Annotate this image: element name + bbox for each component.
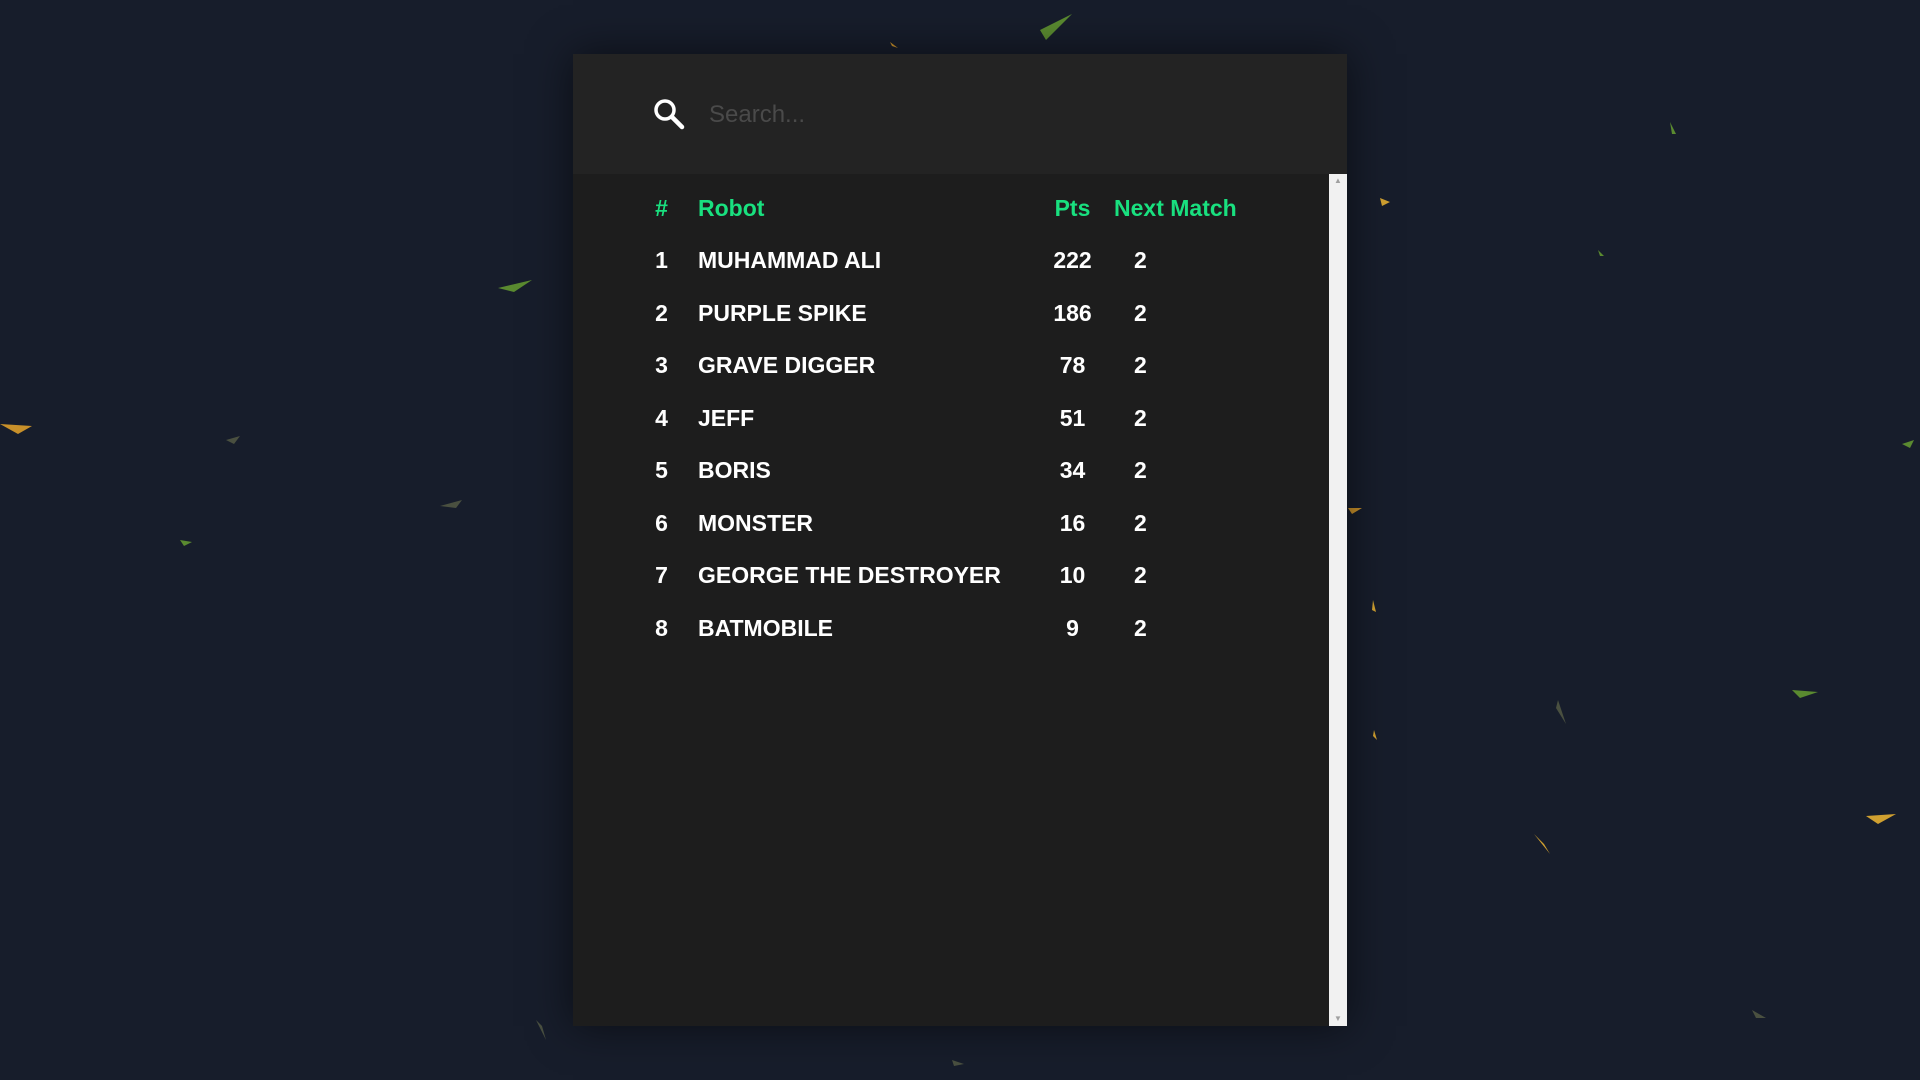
confetti-shard	[1534, 834, 1550, 854]
table-row: 1 MUHAMMAD ALI 222 2	[633, 235, 1294, 288]
confetti-shard	[1902, 440, 1914, 448]
header-rank: #	[655, 194, 668, 221]
points-cell: 222	[1053, 247, 1092, 274]
leaderboard-table-container: # Robot Pts Next Match 1 MUHAMMAD ALI 22…	[573, 174, 1329, 1026]
next-match-cell: 2	[1134, 352, 1147, 379]
points-cell: 78	[1059, 352, 1086, 379]
confetti-shard	[536, 1020, 546, 1040]
confetti-shard	[0, 424, 32, 434]
rank-cell: 6	[655, 509, 668, 536]
search-input[interactable]	[707, 92, 1271, 138]
robot-name-cell: JEFF	[698, 404, 755, 431]
confetti-shard	[1598, 250, 1604, 256]
confetti-shard	[952, 1060, 964, 1066]
robot-name-cell: MONSTER	[698, 509, 813, 536]
header-robot: Robot	[698, 194, 765, 221]
next-match-cell: 2	[1134, 614, 1147, 641]
points-cell: 16	[1059, 509, 1086, 536]
rank-cell: 5	[655, 457, 668, 484]
confetti-shard	[1752, 484, 1782, 520]
leaderboard-panel: # Robot Pts Next Match 1 MUHAMMAD ALI 22…	[573, 54, 1347, 1026]
confetti-shard	[1792, 690, 1818, 698]
scroll-up-arrow-icon[interactable]: ▲	[1329, 174, 1347, 188]
search-bar	[573, 54, 1347, 174]
header-pts: Pts	[1054, 194, 1091, 221]
next-match-cell: 2	[1134, 509, 1147, 536]
points-cell: 10	[1059, 562, 1086, 589]
confetti-shard	[1348, 508, 1362, 514]
confetti-shard	[498, 280, 532, 292]
rank-cell: 2	[655, 299, 668, 326]
next-match-cell: 2	[1134, 562, 1147, 589]
robot-name-cell: PURPLE SPIKE	[698, 299, 867, 326]
next-match-cell: 2	[1134, 299, 1147, 326]
robot-name-cell: GRAVE DIGGER	[698, 352, 876, 379]
table-row: 8 BATMOBILE 9 2	[633, 602, 1294, 655]
scroll-thumb[interactable]	[1331, 190, 1345, 1010]
points-cell: 51	[1059, 404, 1086, 431]
header-next-match: Next Match	[1114, 194, 1237, 221]
rank-cell: 3	[655, 352, 668, 379]
confetti-shard	[1866, 814, 1896, 824]
robot-name-cell: GEORGE THE DESTROYER	[698, 562, 1001, 589]
vertical-scrollbar[interactable]: ▲ ▼	[1329, 174, 1347, 1026]
points-cell: 34	[1059, 457, 1086, 484]
robot-name-cell: BATMOBILE	[698, 614, 834, 641]
table-row: 6 MONSTER 16 2	[633, 497, 1294, 550]
robot-name-cell: BORIS	[698, 457, 771, 484]
confetti-shard	[1040, 14, 1072, 40]
confetti-shard	[1556, 700, 1566, 724]
search-icon[interactable]	[651, 96, 687, 132]
scroll-down-arrow-icon[interactable]: ▼	[1329, 1012, 1347, 1026]
next-match-cell: 2	[1134, 247, 1147, 274]
rank-cell: 8	[655, 614, 668, 641]
table-header-row: # Robot Pts Next Match	[633, 182, 1294, 235]
leaderboard-table: # Robot Pts Next Match 1 MUHAMMAD ALI 22…	[633, 182, 1294, 655]
rank-cell: 4	[655, 404, 668, 431]
table-row: 4 JEFF 51 2	[633, 392, 1294, 445]
table-row: 7 GEORGE THE DESTROYER 10 2	[633, 550, 1294, 603]
table-row: 2 PURPLE SPIKE 186 2	[633, 287, 1294, 340]
confetti-shard	[1372, 600, 1376, 612]
confetti-shard	[226, 436, 240, 444]
next-match-cell: 2	[1134, 457, 1147, 484]
confetti-shard	[440, 500, 462, 508]
rank-cell: 1	[655, 247, 668, 274]
robot-name-cell: MUHAMMAD ALI	[698, 247, 882, 274]
confetti-shard	[890, 42, 898, 48]
table-row: 3 GRAVE DIGGER 78 2	[633, 340, 1294, 393]
confetti-shard	[1670, 122, 1676, 134]
rank-cell: 7	[655, 562, 668, 589]
confetti-shard	[1373, 730, 1377, 740]
points-cell: 186	[1053, 299, 1092, 326]
next-match-cell: 2	[1134, 404, 1147, 431]
table-row: 5 BORIS 34 2	[633, 445, 1294, 498]
confetti-shard	[180, 540, 192, 546]
points-cell: 9	[1066, 614, 1079, 641]
confetti-shard	[1380, 198, 1390, 206]
confetti-shard	[1752, 1010, 1766, 1018]
